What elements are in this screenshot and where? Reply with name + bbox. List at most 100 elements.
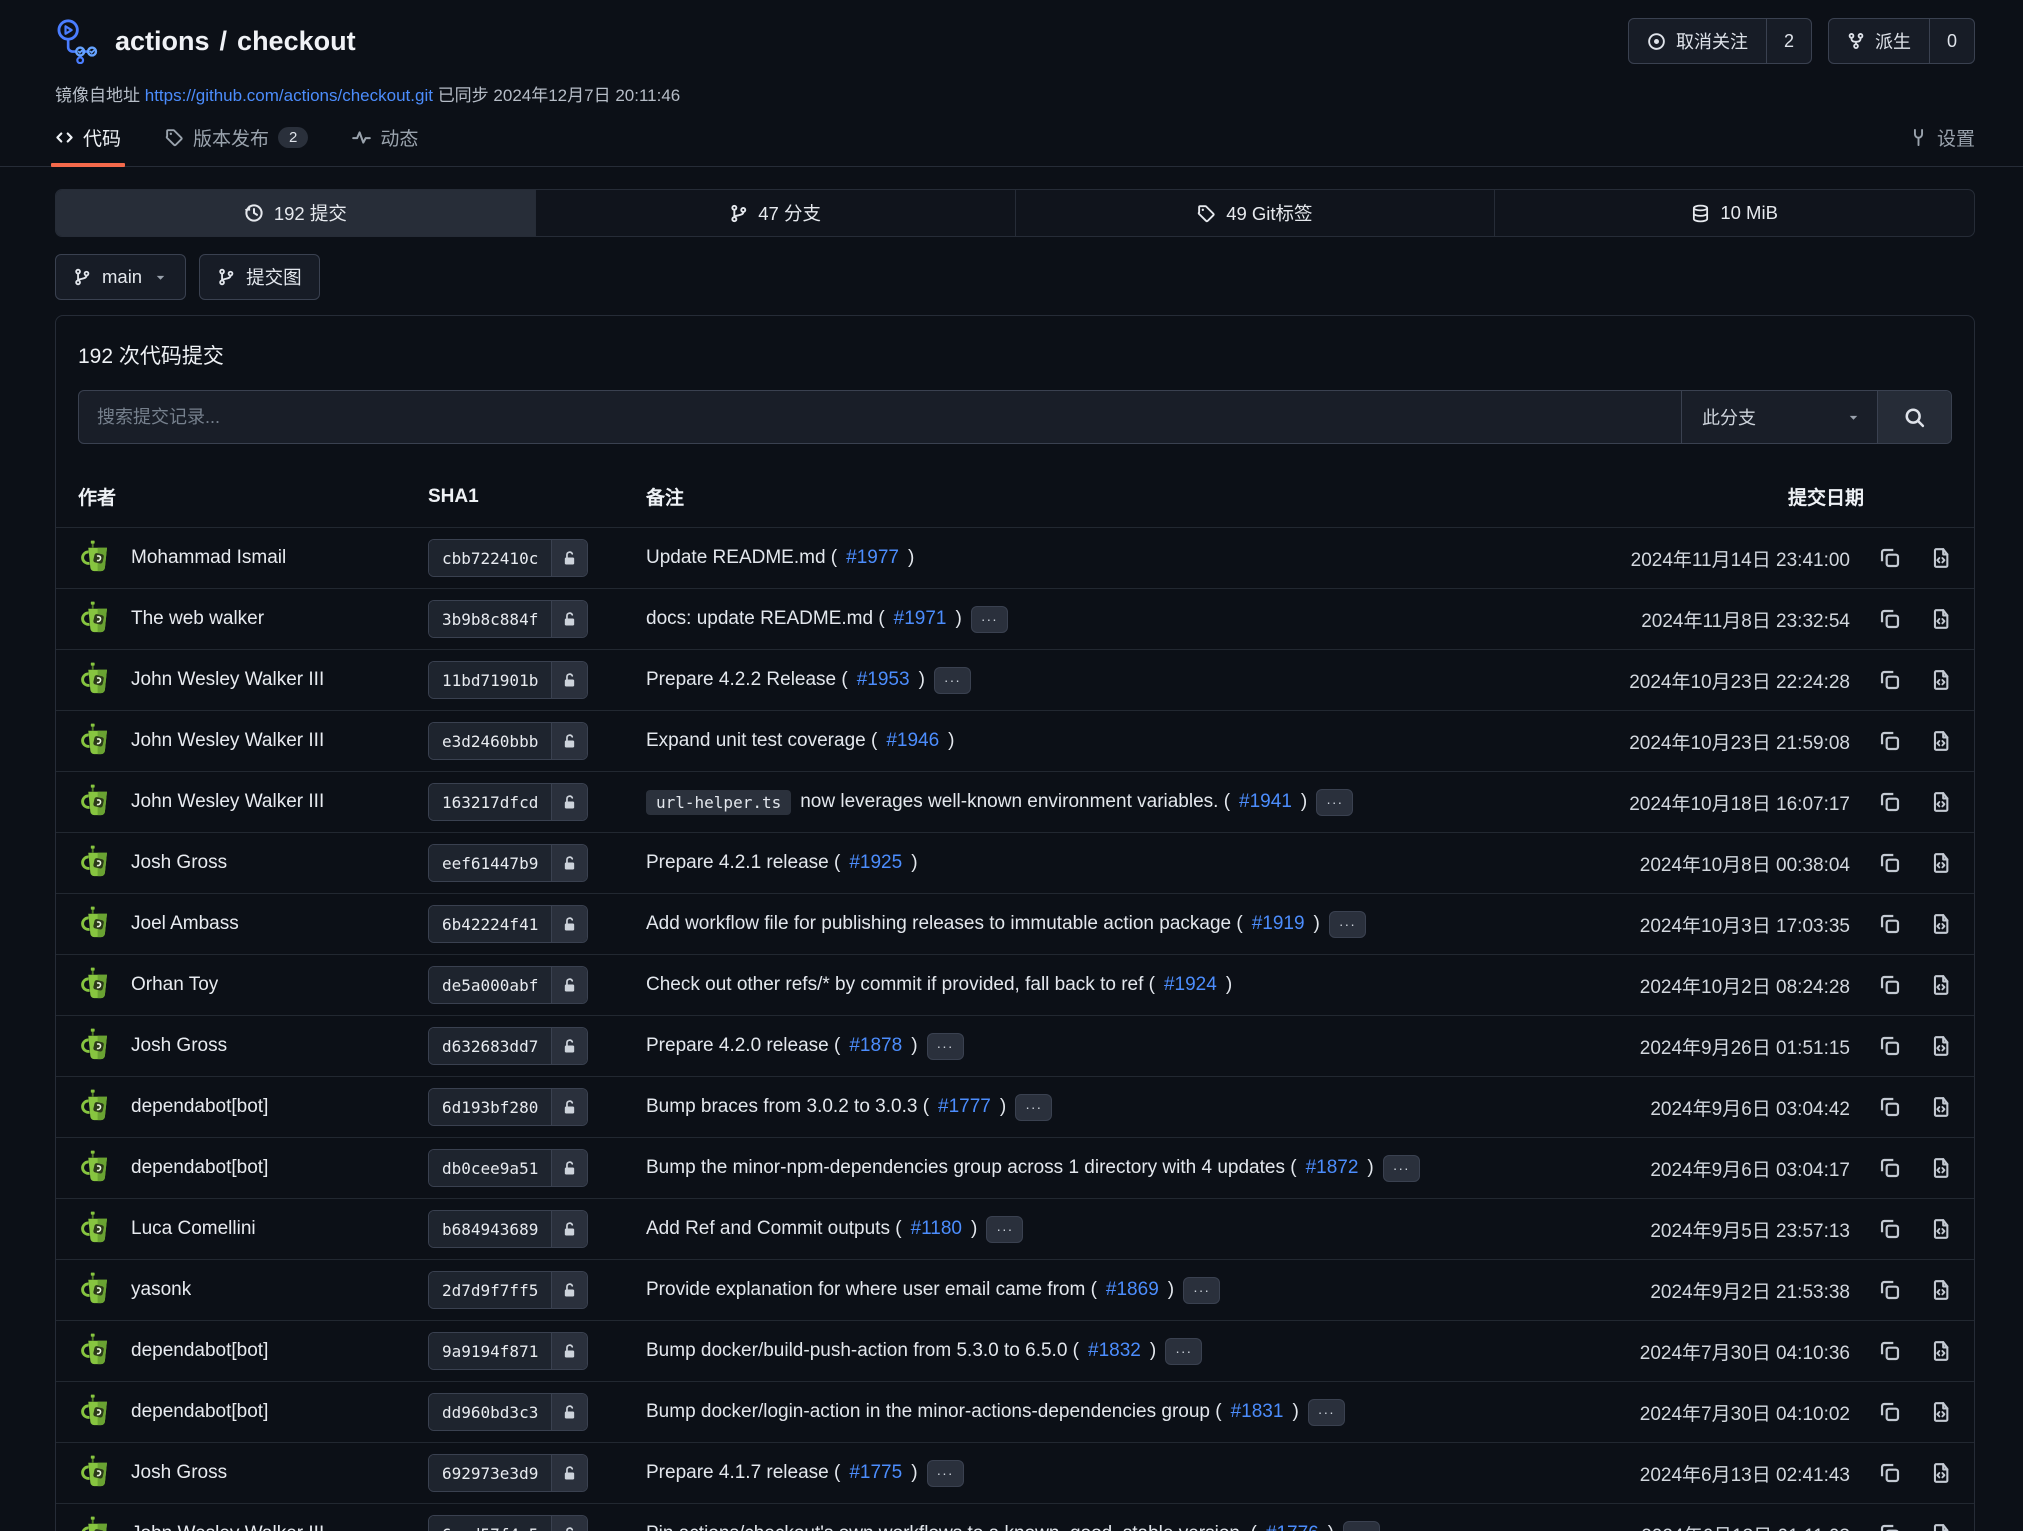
commit-pr-link[interactable]: #1971 bbox=[894, 608, 947, 630]
avatar[interactable] bbox=[78, 1088, 116, 1126]
commit-sha-value[interactable]: 6ccd57f4c5 bbox=[429, 1516, 551, 1531]
watch-count[interactable]: 2 bbox=[1766, 19, 1811, 63]
commit-more-button[interactable]: ··· bbox=[927, 1460, 964, 1487]
commit-more-button[interactable]: ··· bbox=[1316, 789, 1353, 816]
commit-sha-value[interactable]: e3d2460bbb bbox=[429, 723, 551, 759]
copy-sha-button[interactable] bbox=[1879, 791, 1901, 813]
commit-pr-link[interactable]: #1953 bbox=[857, 669, 910, 691]
commit-pr-link[interactable]: #1946 bbox=[886, 730, 939, 752]
commit-pr-link[interactable]: #1977 bbox=[846, 547, 899, 569]
avatar[interactable] bbox=[78, 1027, 116, 1065]
avatar[interactable] bbox=[78, 1332, 116, 1370]
browse-source-button[interactable] bbox=[1930, 1279, 1952, 1301]
commit-sha-badge[interactable]: b684943689 bbox=[428, 1210, 588, 1248]
commit-more-button[interactable]: ··· bbox=[1329, 911, 1366, 938]
commit-sha-value[interactable]: 6d193bf280 bbox=[429, 1089, 551, 1125]
search-button[interactable] bbox=[1877, 391, 1951, 443]
commit-pr-link[interactable]: #1941 bbox=[1239, 791, 1292, 813]
browse-source-button[interactable] bbox=[1930, 852, 1952, 874]
commit-pr-link[interactable]: #1775 bbox=[849, 1462, 902, 1484]
commit-more-button[interactable]: ··· bbox=[927, 1033, 964, 1060]
avatar[interactable] bbox=[78, 1149, 116, 1187]
copy-sha-button[interactable] bbox=[1879, 669, 1901, 691]
commit-sha-badge[interactable]: db0cee9a51 bbox=[428, 1149, 588, 1187]
commit-more-button[interactable]: ··· bbox=[1183, 1277, 1220, 1304]
commit-sha-badge[interactable]: 11bd71901b bbox=[428, 661, 588, 699]
commit-more-button[interactable]: ··· bbox=[971, 606, 1008, 633]
commit-sha-value[interactable]: d632683dd7 bbox=[429, 1028, 551, 1064]
browse-source-button[interactable] bbox=[1930, 1096, 1952, 1118]
commit-more-button[interactable]: ··· bbox=[934, 667, 971, 694]
commit-sha-badge[interactable]: 163217dfcd bbox=[428, 783, 588, 821]
commit-more-button[interactable]: ··· bbox=[1383, 1155, 1420, 1182]
commit-sha-badge[interactable]: de5a000abf bbox=[428, 966, 588, 1004]
commit-more-button[interactable]: ··· bbox=[1308, 1399, 1345, 1426]
avatar[interactable] bbox=[78, 539, 116, 577]
commit-pr-link[interactable]: #1872 bbox=[1306, 1157, 1359, 1179]
browse-source-button[interactable] bbox=[1930, 730, 1952, 752]
copy-sha-button[interactable] bbox=[1879, 974, 1901, 996]
commit-graph-button[interactable]: 提交图 bbox=[199, 254, 320, 300]
browse-source-button[interactable] bbox=[1930, 913, 1952, 935]
tab-code[interactable]: 代码 bbox=[55, 124, 121, 166]
commit-sha-value[interactable]: b684943689 bbox=[429, 1211, 551, 1247]
copy-sha-button[interactable] bbox=[1879, 1401, 1901, 1423]
browse-source-button[interactable] bbox=[1930, 1523, 1952, 1531]
tab-settings[interactable]: 设置 bbox=[1909, 124, 1975, 166]
browse-source-button[interactable] bbox=[1930, 669, 1952, 691]
fork-count[interactable]: 0 bbox=[1929, 19, 1974, 63]
commit-pr-link[interactable]: #1925 bbox=[849, 852, 902, 874]
copy-sha-button[interactable] bbox=[1879, 1340, 1901, 1362]
avatar[interactable] bbox=[78, 844, 116, 882]
browse-source-button[interactable] bbox=[1930, 1401, 1952, 1423]
commit-sha-badge[interactable]: dd960bd3c3 bbox=[428, 1393, 588, 1431]
commit-sha-value[interactable]: 11bd71901b bbox=[429, 662, 551, 698]
copy-sha-button[interactable] bbox=[1879, 1096, 1901, 1118]
commit-sha-badge[interactable]: 6b42224f41 bbox=[428, 905, 588, 943]
branch-scope-dropdown[interactable]: 此分支 bbox=[1681, 391, 1877, 443]
stat-size[interactable]: 10 MiB bbox=[1494, 190, 1974, 236]
commit-more-button[interactable]: ··· bbox=[986, 1216, 1023, 1243]
commit-pr-link[interactable]: #1919 bbox=[1252, 913, 1305, 935]
commit-more-button[interactable]: ··· bbox=[1015, 1094, 1052, 1121]
avatar[interactable] bbox=[78, 783, 116, 821]
avatar[interactable] bbox=[78, 905, 116, 943]
stat-commits[interactable]: 192 提交 bbox=[56, 190, 535, 236]
copy-sha-button[interactable] bbox=[1879, 547, 1901, 569]
fork-button[interactable]: 派生 0 bbox=[1828, 18, 1975, 64]
commit-sha-badge[interactable]: cbb722410c bbox=[428, 539, 588, 577]
commit-sha-badge[interactable]: 6ccd57f4c5 bbox=[428, 1515, 588, 1531]
commit-pr-link[interactable]: #1180 bbox=[911, 1218, 962, 1240]
browse-source-button[interactable] bbox=[1930, 1035, 1952, 1057]
browse-source-button[interactable] bbox=[1930, 1340, 1952, 1362]
copy-sha-button[interactable] bbox=[1879, 1157, 1901, 1179]
avatar[interactable] bbox=[78, 1210, 116, 1248]
browse-source-button[interactable] bbox=[1930, 974, 1952, 996]
branch-selector[interactable]: main bbox=[55, 254, 186, 300]
commit-sha-value[interactable]: 2d7d9f7ff5 bbox=[429, 1272, 551, 1308]
repo-owner-link[interactable]: actions bbox=[115, 26, 210, 57]
commit-pr-link[interactable]: #1831 bbox=[1231, 1401, 1284, 1423]
copy-sha-button[interactable] bbox=[1879, 730, 1901, 752]
tab-activity[interactable]: 动态 bbox=[352, 124, 418, 166]
avatar[interactable] bbox=[78, 600, 116, 638]
commit-sha-badge[interactable]: 9a9194f871 bbox=[428, 1332, 588, 1370]
avatar[interactable] bbox=[78, 661, 116, 699]
copy-sha-button[interactable] bbox=[1879, 1523, 1901, 1531]
stat-tags[interactable]: 49 Git标签 bbox=[1015, 190, 1495, 236]
commit-sha-value[interactable]: 163217dfcd bbox=[429, 784, 551, 820]
commit-sha-value[interactable]: dd960bd3c3 bbox=[429, 1394, 551, 1430]
commit-pr-link[interactable]: #1924 bbox=[1164, 974, 1217, 996]
commit-sha-value[interactable]: 9a9194f871 bbox=[429, 1333, 551, 1369]
commit-sha-badge[interactable]: e3d2460bbb bbox=[428, 722, 588, 760]
tab-releases[interactable]: 版本发布 2 bbox=[165, 124, 308, 166]
browse-source-button[interactable] bbox=[1930, 1157, 1952, 1179]
commit-sha-value[interactable]: db0cee9a51 bbox=[429, 1150, 551, 1186]
copy-sha-button[interactable] bbox=[1879, 1279, 1901, 1301]
commit-sha-value[interactable]: 6b42224f41 bbox=[429, 906, 551, 942]
commit-more-button[interactable]: ··· bbox=[1343, 1521, 1380, 1531]
browse-source-button[interactable] bbox=[1930, 547, 1952, 569]
commit-search-input[interactable] bbox=[79, 391, 1681, 443]
commit-pr-link[interactable]: #1878 bbox=[849, 1035, 902, 1057]
commit-pr-link[interactable]: #1776 bbox=[1266, 1523, 1319, 1531]
